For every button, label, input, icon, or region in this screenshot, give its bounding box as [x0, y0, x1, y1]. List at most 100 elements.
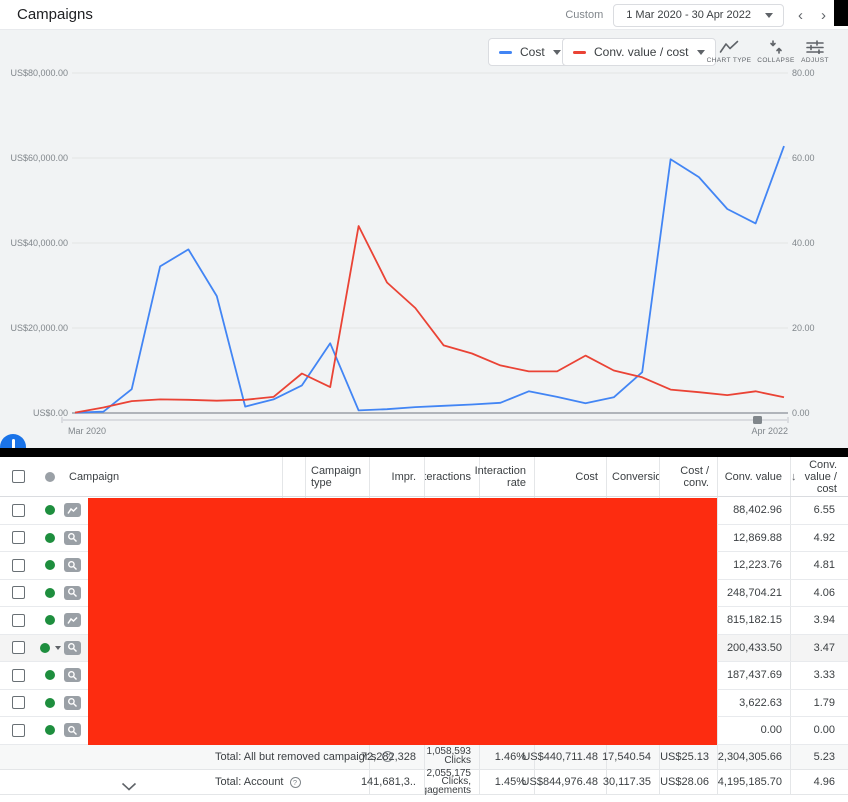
- magnifier-icon[interactable]: [64, 586, 81, 600]
- ratio-metric-label: Conv. value / cost: [594, 45, 689, 59]
- previous-period-button[interactable]: ‹: [794, 7, 807, 24]
- bottom-gap: [0, 795, 848, 802]
- sort-descending-icon: ↓: [791, 471, 797, 483]
- status-enabled-dot[interactable]: [36, 717, 64, 744]
- svg-text:40.00: 40.00: [792, 238, 815, 248]
- conv-value-per-cost-column-header[interactable]: ↓ Conv. value / cost: [790, 457, 848, 496]
- expand-account-totals-button[interactable]: [121, 778, 137, 796]
- date-range-selector[interactable]: 1 Mar 2020 - 30 Apr 2022: [613, 4, 784, 27]
- svg-text:US$60,000.00: US$60,000.00: [10, 153, 68, 163]
- chevron-down-icon: [121, 782, 137, 791]
- totals-cost: US$844,976.48: [534, 770, 606, 796]
- campaign-type-column-header[interactable]: Campaign type: [305, 457, 369, 496]
- status-enabled-dot[interactable]: [36, 525, 64, 552]
- conversions-column-header[interactable]: Conversions: [606, 457, 659, 496]
- performance-chart-panel: US$0.000.00US$20,000.0020.00US$40,000.00…: [0, 30, 848, 448]
- svg-text:0.00: 0.00: [792, 408, 810, 418]
- status-enabled-dot[interactable]: [36, 607, 64, 634]
- cost-per-conv-column-header[interactable]: Cost / conv.: [660, 465, 709, 489]
- conv-value-cell: 200,433.50: [717, 635, 790, 662]
- row-checkbox[interactable]: [0, 580, 36, 607]
- adjust-chart-button[interactable]: ADJUST: [789, 40, 841, 64]
- adjust-label: ADJUST: [801, 57, 829, 64]
- status-enabled-dot[interactable]: [36, 635, 64, 662]
- magnifier-icon[interactable]: [64, 696, 81, 710]
- conv-value-per-cost-cell: 4.06: [790, 580, 848, 607]
- campaign-column-header[interactable]: Campaign: [64, 457, 282, 496]
- row-checkbox[interactable]: [0, 662, 36, 689]
- magnifier-icon[interactable]: [64, 668, 81, 682]
- magnifier-icon[interactable]: [64, 531, 81, 545]
- totals-cost: US$440,711.48: [534, 745, 606, 769]
- interaction-rate-column-header[interactable]: Interaction rate: [475, 465, 526, 489]
- row-checkbox[interactable]: [0, 497, 36, 524]
- series-cost: [75, 146, 784, 413]
- status-enabled-dot[interactable]: [36, 690, 64, 717]
- status-filter-dot[interactable]: [36, 457, 64, 496]
- row-checkbox[interactable]: [0, 635, 36, 662]
- row-checkbox[interactable]: [0, 607, 36, 634]
- totals-conv-value-per-cost: 4.96: [790, 770, 848, 796]
- row-checkbox[interactable]: [0, 717, 36, 744]
- svg-text:80.00: 80.00: [792, 68, 815, 78]
- conv-value-cell: 815,182.15: [717, 607, 790, 634]
- status-enabled-dot[interactable]: [36, 580, 64, 607]
- totals-cost-per-conv: US$25.13: [659, 745, 717, 769]
- next-period-button[interactable]: ›: [817, 7, 830, 24]
- svg-text:US$80,000.00: US$80,000.00: [10, 68, 68, 78]
- ratio-series-swatch: [573, 51, 586, 54]
- chevron-down-icon: [553, 50, 561, 55]
- cost-column-header[interactable]: Cost: [534, 457, 606, 496]
- totals-conv-value: 4,195,185.70: [717, 770, 790, 796]
- magnifier-icon[interactable]: [64, 723, 81, 737]
- status-enabled-dot[interactable]: [36, 662, 64, 689]
- interactions-column-header[interactable]: Interactions: [424, 457, 479, 496]
- conv-value-cell: 88,402.96: [717, 497, 790, 524]
- conv-value-cell: 12,869.88: [717, 525, 790, 552]
- row-checkbox[interactable]: [0, 552, 36, 579]
- ratio-metric-selector[interactable]: Conv. value / cost: [562, 38, 716, 66]
- totals-conversions: 17,540.54: [606, 745, 659, 769]
- help-icon[interactable]: ?: [290, 777, 301, 788]
- magnifier-icon[interactable]: [64, 641, 81, 655]
- spacer-column-header: [282, 457, 305, 496]
- totals-impressions: 141,681,3..: [369, 770, 424, 796]
- svg-text:Apr 2022: Apr 2022: [751, 426, 788, 436]
- status-enabled-dot[interactable]: [36, 497, 64, 524]
- totals-conv-value: 2,304,305.66: [717, 745, 790, 769]
- conv-value-per-cost-cell: 1.79: [790, 690, 848, 717]
- svg-text:60.00: 60.00: [792, 153, 815, 163]
- line-chart-icon: [719, 40, 739, 54]
- magnifier-icon[interactable]: [64, 558, 81, 572]
- svg-text:US$0.00: US$0.00: [33, 408, 68, 418]
- row-checkbox[interactable]: [0, 690, 36, 717]
- conv-value-cell: 0.00: [717, 717, 790, 744]
- chart-type-button[interactable]: CHART TYPE: [703, 40, 755, 64]
- redacted-area: [88, 498, 717, 745]
- conv-value-column-header[interactable]: Conv. value: [717, 457, 790, 496]
- totals-interactions: 2,055,175 Clicks, engagements: [424, 770, 479, 796]
- conv-value-cell: 12,223.76: [717, 552, 790, 579]
- metric-chart-icon[interactable]: [64, 613, 81, 627]
- row-checkbox[interactable]: [0, 525, 36, 552]
- totals-filtered-label: Total: All but removed campaigns: [215, 751, 376, 763]
- cost-metric-selector[interactable]: Cost: [488, 38, 572, 66]
- totals-impressions: 72,282,328: [369, 745, 424, 769]
- totals-conversions: 30,117.35: [606, 770, 659, 796]
- conv-value-per-cost-cell: 6.55: [790, 497, 848, 524]
- chevron-down-icon: [765, 13, 773, 18]
- status-enabled-dot[interactable]: [36, 552, 64, 579]
- select-all-checkbox[interactable]: [0, 457, 36, 496]
- conv-value-per-cost-cell: 4.92: [790, 525, 848, 552]
- cost-series-swatch: [499, 51, 512, 54]
- conv-value-per-cost-cell: 4.81: [790, 552, 848, 579]
- metric-chart-icon[interactable]: [64, 503, 81, 517]
- collapse-arrows-icon: [768, 40, 784, 54]
- screen-corner-mask: [834, 0, 848, 26]
- status-caret-icon: [55, 646, 61, 650]
- top-bar: Campaigns Custom 1 Mar 2020 - 30 Apr 202…: [0, 0, 848, 30]
- impressions-column-header[interactable]: Impr.: [369, 457, 424, 496]
- totals-cost-per-conv: US$28.06: [659, 770, 717, 796]
- time-series-chart[interactable]: US$0.000.00US$20,000.0020.00US$40,000.00…: [0, 30, 848, 448]
- timeline-scrubber-handle[interactable]: [753, 416, 762, 424]
